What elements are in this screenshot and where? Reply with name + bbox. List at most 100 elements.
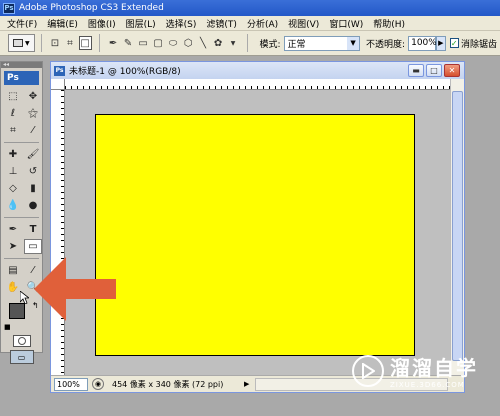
vertical-scrollbar[interactable] — [450, 79, 464, 376]
clone-stamp-tool-icon[interactable]: ⊥ — [4, 164, 22, 179]
app-titlebar: Ps Adobe Photoshop CS3 Extended — [0, 0, 500, 16]
chevron-down-icon[interactable]: ▼ — [227, 36, 240, 50]
screen-mode-button[interactable]: ▭ — [9, 350, 34, 364]
document-title: 未标题-1 @ 100%(RGB/8) — [69, 67, 181, 77]
separator — [40, 34, 42, 52]
tool-grid: ⬚ ✥ ℓ ⚝ ⌗ ⁄ — [1, 87, 42, 140]
antialias-label: 消除锯齿 — [460, 39, 497, 50]
type-tool-icon[interactable]: T — [24, 222, 42, 237]
healing-brush-tool-icon[interactable]: ✚ — [4, 147, 22, 162]
menu-bar: 文件(F) 编辑(E) 图像(I) 图层(L) 选择(S) 滤镜(T) 分析(A… — [0, 16, 500, 31]
watermark-name: 溜溜自学 — [390, 356, 478, 380]
menu-analysis[interactable]: 分析(A) — [242, 17, 283, 30]
quick-mask-icon — [17, 337, 26, 345]
antialias-checkbox[interactable]: ✓ — [449, 38, 459, 48]
watermark-text: 溜溜自学 ZIXUE.3D66.COM — [390, 352, 478, 389]
divider — [4, 217, 39, 218]
fill-pixels-icon[interactable]: □ — [78, 36, 92, 50]
chevron-right-icon[interactable]: ▶ — [436, 35, 446, 51]
tool-preset-picker[interactable]: ▼ — [8, 34, 35, 52]
quick-mask-button[interactable] — [12, 335, 31, 347]
opacity-input[interactable]: 100% — [408, 35, 437, 51]
canvas-pasteboard[interactable] — [65, 90, 452, 376]
arrow-shape — [34, 257, 116, 321]
paths-icon[interactable]: ⌗ — [64, 36, 77, 50]
rounded-rectangle-icon[interactable]: ▢ — [152, 36, 165, 50]
watermark-url: ZIXUE.3D66.COM — [390, 381, 465, 389]
opacity-label: 不透明度: — [366, 39, 406, 50]
chevron-down-icon: ▼ — [347, 36, 360, 50]
options-bar: ▼ ⊡ ⌗ □ ✒ ✎ ▭ ▢ ⬭ ⬡ ╲ ✿ ▼ 模式: 正常 ▼ 不透明度:… — [0, 31, 500, 56]
lasso-tool-icon[interactable]: ℓ — [4, 106, 22, 121]
mode-label: 模式: — [259, 39, 281, 50]
menu-filter[interactable]: 滤镜(T) — [201, 17, 242, 30]
separator — [246, 34, 248, 52]
maximize-icon[interactable]: □ — [426, 64, 442, 77]
ellipse-icon[interactable]: ⬭ — [167, 36, 180, 50]
menu-layer[interactable]: 图层(L) — [121, 17, 161, 30]
path-selection-tool-icon[interactable]: ➤ — [4, 239, 22, 254]
blend-mode-select[interactable]: 正常 ▼ — [283, 35, 361, 51]
mouse-cursor-icon — [20, 291, 29, 304]
watermark-play-icon — [352, 354, 384, 387]
tool-grid: ✚ 🖌 ⊥ ↺ ◇ ▮ 💧 ● — [1, 145, 42, 215]
blend-mode-value: 正常 — [287, 39, 306, 50]
chevron-down-icon: ▼ — [24, 39, 30, 47]
ruler-origin[interactable] — [51, 79, 65, 90]
menu-select[interactable]: 选择(S) — [161, 17, 202, 30]
close-icon[interactable]: ✕ — [444, 64, 460, 77]
red-arrow-annotation — [34, 257, 116, 321]
crop-tool-icon[interactable]: ⌗ — [4, 123, 22, 138]
pen-tool-icon[interactable]: ✒ — [107, 36, 120, 50]
menu-window[interactable]: 窗口(W) — [324, 17, 368, 30]
photoshop-logo-icon: Ps — [3, 2, 15, 14]
app-title: Adobe Photoshop CS3 Extended — [19, 3, 164, 13]
gradient-tool-icon[interactable]: ▮ — [24, 181, 42, 196]
play-arrow-icon[interactable]: ▶ — [244, 380, 249, 388]
menu-view[interactable]: 视图(V) — [283, 17, 324, 30]
menu-help[interactable]: 帮助(H) — [368, 17, 410, 30]
custom-shape-icon[interactable]: ✿ — [212, 36, 225, 50]
blur-tool-icon[interactable]: 💧 — [4, 198, 22, 213]
window-controls: ▬ □ ✕ — [408, 64, 460, 77]
info-icon[interactable]: ◉ — [92, 378, 104, 390]
separator — [98, 34, 100, 52]
foreground-color-swatch[interactable] — [9, 303, 25, 319]
polygon-icon[interactable]: ⬡ — [182, 36, 195, 50]
marquee-tool-icon[interactable]: ⬚ — [4, 89, 22, 104]
menu-edit[interactable]: 编辑(E) — [42, 17, 83, 30]
magic-wand-tool-icon[interactable]: ⚝ — [24, 106, 42, 121]
panel-grip[interactable]: ◂◂ — [1, 62, 42, 68]
zoom-level-input[interactable]: 100% — [54, 377, 88, 391]
dodge-tool-icon[interactable]: ● — [24, 198, 42, 213]
menu-file[interactable]: 文件(F) — [2, 17, 42, 30]
tool-grid: ✒ T ➤ ▭ — [1, 220, 42, 256]
rectangle-preset-icon — [12, 39, 23, 47]
horizontal-ruler[interactable] — [65, 79, 452, 90]
watermark: 溜溜自学 ZIXUE.3D66.COM — [352, 352, 478, 389]
yellow-canvas[interactable] — [95, 114, 415, 356]
pen-tool-icon[interactable]: ✒ — [4, 222, 22, 237]
shape-layers-icon[interactable]: ⊡ — [49, 36, 62, 50]
divider — [4, 142, 39, 143]
minimize-icon[interactable]: ▬ — [408, 64, 424, 77]
document-size-info: 454 像素 x 340 像素 (72 ppi) — [112, 379, 224, 389]
scrollbar-thumb[interactable] — [452, 91, 463, 361]
eraser-tool-icon[interactable]: ◇ — [4, 181, 22, 196]
history-brush-tool-icon[interactable]: ↺ — [24, 164, 42, 179]
screen-mode-icon: ▭ — [17, 352, 26, 362]
rectangle-tool-icon[interactable]: ▭ — [24, 239, 42, 254]
move-tool-icon[interactable]: ✥ — [24, 89, 42, 104]
notes-tool-icon[interactable]: ▤ — [4, 263, 22, 278]
toolbox-logo[interactable]: Ps — [4, 71, 39, 85]
document-titlebar[interactable]: Ps 未标题-1 @ 100%(RGB/8) ▬ □ ✕ — [51, 62, 464, 79]
line-tool-icon[interactable]: ╲ — [197, 36, 210, 50]
rectangle-shape-icon[interactable]: ▭ — [137, 36, 150, 50]
menu-image[interactable]: 图像(I) — [83, 17, 121, 30]
brush-tool-icon[interactable]: 🖌 — [24, 147, 42, 162]
freeform-pen-icon[interactable]: ✎ — [122, 36, 135, 50]
document-ps-icon: Ps — [54, 65, 65, 76]
vertical-ruler[interactable] — [51, 90, 65, 376]
default-colors-icon[interactable]: ■ — [4, 323, 11, 331]
slice-tool-icon[interactable]: ⁄ — [24, 123, 42, 138]
